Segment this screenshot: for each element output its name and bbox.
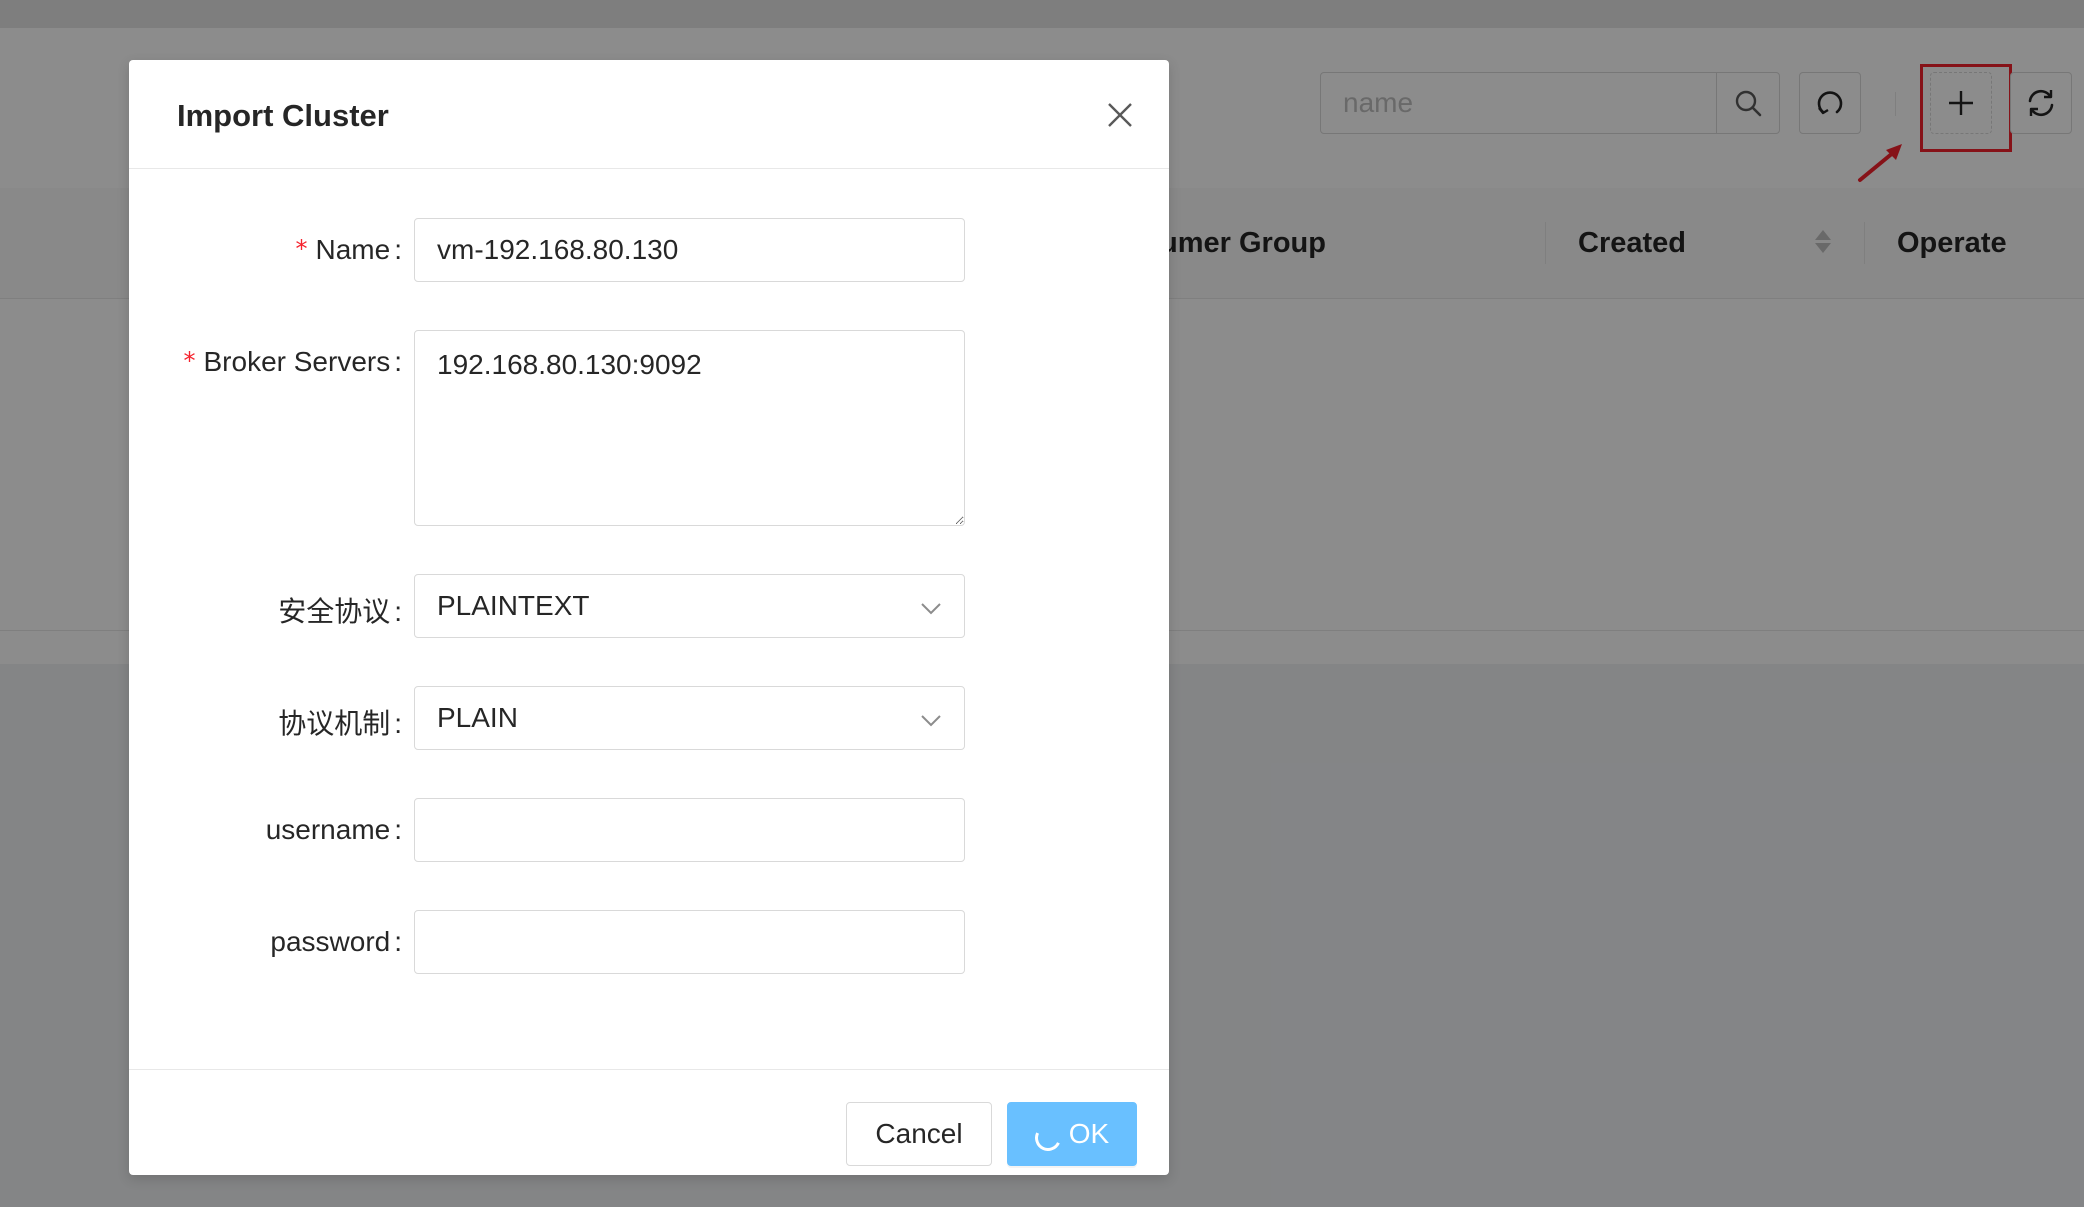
required-mark: * xyxy=(295,235,308,263)
security-protocol-label: 安全协议: xyxy=(278,596,402,627)
chevron-down-icon xyxy=(921,715,941,727)
name-input[interactable] xyxy=(414,218,965,282)
security-protocol-select[interactable]: PLAINTEXT xyxy=(414,574,965,638)
ok-button[interactable]: OK xyxy=(1007,1102,1137,1166)
sasl-mechanism-label: 协议机制: xyxy=(278,708,402,739)
close-button[interactable] xyxy=(1097,92,1143,138)
required-mark: * xyxy=(183,347,196,375)
modal-title: Import Cluster xyxy=(177,98,389,133)
cancel-button[interactable]: Cancel xyxy=(846,1102,992,1166)
import-cluster-modal: Import Cluster *Name: *Broker Servers: 1… xyxy=(129,60,1169,1175)
chevron-down-icon xyxy=(921,603,941,615)
modal-footer: Cancel OK xyxy=(129,1069,1169,1175)
loading-spinner-icon xyxy=(1031,1121,1065,1155)
name-label: * Name: xyxy=(295,234,402,265)
sasl-mechanism-value: PLAIN xyxy=(437,702,518,733)
username-label: username: xyxy=(265,814,402,845)
username-input[interactable] xyxy=(414,798,965,862)
modal-header: Import Cluster xyxy=(129,60,1169,169)
password-label: password: xyxy=(270,926,402,957)
password-input[interactable] xyxy=(414,910,965,974)
security-protocol-value: PLAINTEXT xyxy=(437,590,590,621)
close-icon xyxy=(1108,103,1132,127)
sasl-mechanism-select[interactable]: PLAIN xyxy=(414,686,965,750)
broker-servers-textarea[interactable]: 192.168.80.130:9092 xyxy=(414,330,965,526)
broker-servers-label: * Broker Servers: xyxy=(183,346,403,377)
